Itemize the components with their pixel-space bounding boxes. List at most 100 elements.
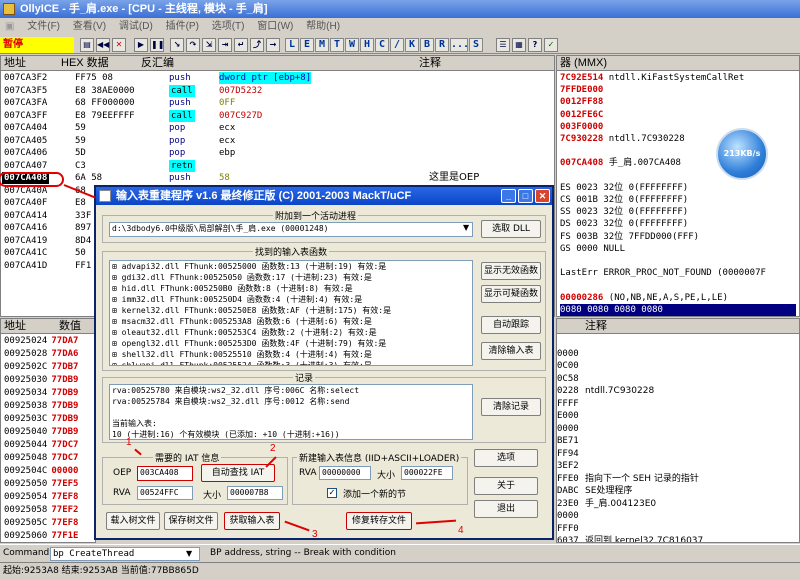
register-line[interactable]: 0012FF88 (560, 96, 603, 108)
dump-row[interactable]: 00925058 77EF2 (4, 504, 78, 516)
plugin-icon[interactable]: ✓ (544, 38, 558, 52)
minimize-icon[interactable]: _ (501, 189, 516, 203)
log-window-button[interactable]: L (285, 38, 299, 52)
expand-plus-icon[interactable]: ⊞ (112, 328, 122, 337)
log-list[interactable]: rva:00525780 来自模块:ws2_32.dll 序号:006C 名称:… (109, 384, 473, 440)
register-line[interactable]: 003F0000 (560, 121, 603, 133)
import-module-item[interactable]: ⊞ gdi32.dll FThunk:00525050 函数数:17 (十进制:… (110, 272, 472, 283)
iat-size-input[interactable]: 000007B8 (227, 486, 283, 500)
menu-plugins[interactable]: 插件(P) (166, 21, 199, 32)
register-line[interactable]: SS 0023 32位 0(FFFFFFFF) (560, 206, 688, 218)
menu-options[interactable]: 选项(T) (212, 21, 245, 32)
dump-row[interactable]: 00925060 77F1E (4, 530, 78, 542)
expand-plus-icon[interactable]: ⊞ (112, 361, 122, 365)
execute-till-user-icon[interactable]: ⤴ (250, 38, 264, 52)
dump-row[interactable]: 00925054 77EF8 (4, 491, 78, 503)
trace-over-icon[interactable]: ⇥ (218, 38, 232, 52)
disasm-row[interactable]: 007CA3FA 68 FF000000 push 0FF (1, 97, 554, 109)
select-dll-button[interactable]: 选取 DLL (481, 220, 541, 238)
close-icon[interactable]: ✕ (535, 189, 550, 203)
options-button[interactable]: 选项 (474, 449, 538, 467)
import-module-item[interactable]: ⊞ msacm32.dll FThunk:005253A8 函数数:6 (十进制… (110, 316, 472, 327)
dump-row[interactable]: 00925048 77DC7 (4, 452, 78, 464)
trace-into-icon[interactable]: ⇲ (202, 38, 216, 52)
disasm-row[interactable]: 007CA3FF E8 79EEFFFF call 007C927D (1, 109, 554, 122)
close-process-icon[interactable]: ✕ (112, 38, 126, 52)
disasm-row[interactable]: 007CA3F2 FF75 08 push dword ptr [ebp+8] (1, 72, 554, 84)
oep-input[interactable]: 003CA408 (137, 466, 193, 481)
auto-find-iat-button[interactable]: 自动查找 IAT (201, 464, 275, 482)
command-input[interactable]: bp CreateThread (50, 547, 200, 561)
maximize-icon[interactable]: □ (518, 189, 533, 203)
step-over-icon[interactable]: ↷ (186, 38, 200, 52)
get-imports-button[interactable]: 获取输入表 (224, 512, 280, 530)
import-module-item[interactable]: ⊞ advapi32.dll FThunk:00525000 函数数:13 (十… (110, 261, 472, 272)
register-line[interactable]: 0012FE6C (560, 109, 603, 121)
exit-button[interactable]: 退出 (474, 500, 538, 518)
expand-plus-icon[interactable]: ⊞ (112, 317, 122, 326)
register-line[interactable]: 007CA408 手_肩.007CA408 (560, 157, 681, 169)
breakpoints-window-button[interactable]: B (420, 38, 434, 52)
col-hex[interactable]: HEX 数据 (61, 56, 109, 70)
col-disasm[interactable]: 反汇编 (141, 56, 174, 70)
new-rva-input[interactable]: 00000000 (319, 466, 371, 480)
mmx-line[interactable]: 0000 0080 0080 0080 (560, 316, 663, 317)
imports-tree[interactable]: ⊞ advapi32.dll FThunk:00525000 函数数:13 (十… (109, 260, 473, 366)
menu-file[interactable]: 文件(F) (27, 21, 60, 32)
register-line[interactable]: ES 0023 32位 0(FFFFFFFF) (560, 182, 688, 194)
import-module-item[interactable]: ⊞ hid.dll FThunk:005250B0 函数数:8 (十进制:8) … (110, 283, 472, 294)
col-address[interactable]: 地址 (4, 56, 26, 70)
save-tree-button[interactable]: 保存树文件 (164, 512, 218, 530)
dump-row[interactable]: 0092505C 77EF8 (4, 517, 78, 529)
chevron-down-icon[interactable]: ▼ (186, 549, 192, 558)
source-window-button[interactable]: S (469, 38, 483, 52)
disasm-row[interactable]: 007CA3F5 E8 38AE0000 call 007D5232 (1, 84, 554, 97)
chevron-down-icon[interactable]: ▼ (463, 223, 469, 232)
col-comment[interactable]: 注释 (419, 56, 441, 70)
dump-row[interactable]: 00925034 77DB9 (4, 387, 78, 399)
process-select[interactable]: d:\3dbody6.0中级版\局部解剖\手_肩.exe (00001248) (109, 222, 473, 237)
iat-rva-input[interactable]: 00524FFC (137, 486, 193, 500)
import-module-item[interactable]: ⊞ kernel32.dll FThunk:005250E8 函数数:AF (十… (110, 305, 472, 316)
import-module-item[interactable]: ⊞ oleaut32.dll FThunk:005253C4 函数数:2 (十进… (110, 327, 472, 338)
threads-window-button[interactable]: T (330, 38, 344, 52)
show-suspect-button[interactable]: 显示可疑函数 (481, 285, 541, 303)
expand-plus-icon[interactable]: ⊞ (112, 262, 122, 271)
import-module-item[interactable]: ⊞ shell32.dll FThunk:00525510 函数数:4 (十进制… (110, 349, 472, 360)
callstack-window-button[interactable]: K (405, 38, 419, 52)
help-icon[interactable]: ? (528, 38, 542, 52)
pause-icon[interactable]: ❚❚ (150, 38, 164, 52)
register-line[interactable]: LastErr ERROR_PROC_NOT_FOUND (0000007F (560, 267, 766, 279)
expand-plus-icon[interactable]: ⊞ (112, 339, 122, 348)
import-module-item[interactable]: ⊞ shlwapi.dll FThunk:00525524 函数数:3 (十进制… (110, 360, 472, 365)
appearance-icon[interactable]: ▦ (512, 38, 526, 52)
cpu-window-button[interactable]: C (375, 38, 389, 52)
disasm-row[interactable]: 007CA404 59 pop ecx (1, 122, 554, 134)
disasm-row[interactable]: 007CA407 C3 retn (1, 159, 554, 172)
auto-trace-button[interactable]: 自动跟踪 (481, 316, 541, 334)
show-invalid-button[interactable]: 显示无效函数 (481, 262, 541, 280)
dump-row[interactable]: 00925024 77DA7 (4, 335, 78, 347)
menu-system-icon[interactable]: ▣ (5, 21, 14, 32)
dump-row[interactable]: 0092503C 77DB9 (4, 413, 78, 425)
load-tree-button[interactable]: 载入树文件 (106, 512, 160, 530)
expand-plus-icon[interactable]: ⊞ (112, 306, 122, 315)
dump-row[interactable]: 00925028 77DA6 (4, 348, 78, 360)
register-line[interactable]: FS 003B 32位 7FFDD000(FFF) (560, 231, 699, 243)
patches-window-button[interactable]: / (390, 38, 404, 52)
register-line[interactable]: 7C930228 ntdll.7C930228 (560, 133, 685, 145)
expand-plus-icon[interactable]: ⊞ (112, 273, 122, 282)
references-window-button[interactable]: R (435, 38, 449, 52)
clear-log-button[interactable]: 清除记录 (481, 398, 541, 416)
expand-plus-icon[interactable]: ⊞ (112, 295, 122, 304)
run-icon[interactable]: ▶ (134, 38, 148, 52)
register-line[interactable]: 7C92E514 ntdll.KiFastSystemCallRet (560, 72, 744, 84)
import-module-item[interactable]: ⊞ imm32.dll FThunk:005250D4 函数数:4 (十进制:4… (110, 294, 472, 305)
register-line[interactable]: DS 0023 32位 0(FFFFFFFF) (560, 218, 688, 230)
runtrace-window-button[interactable]: ... (450, 38, 469, 52)
open-icon[interactable]: ▤ (80, 38, 94, 52)
modules-window-button[interactable]: E (300, 38, 314, 52)
dump-row[interactable]: 0092502C 77DB7 (4, 361, 78, 373)
goto-icon[interactable]: → (266, 38, 280, 52)
step-into-icon[interactable]: ↘ (170, 38, 184, 52)
